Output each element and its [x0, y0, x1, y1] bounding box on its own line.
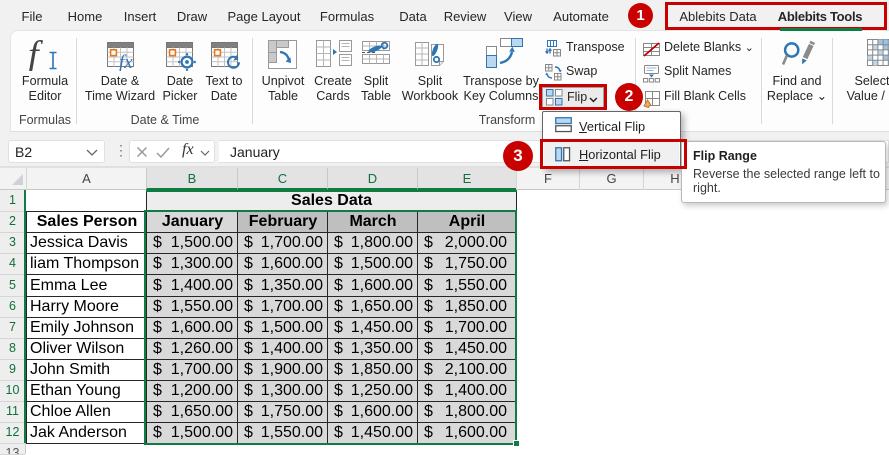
svg-text:fx: fx: [119, 52, 133, 71]
svg-text:f: f: [28, 38, 43, 71]
